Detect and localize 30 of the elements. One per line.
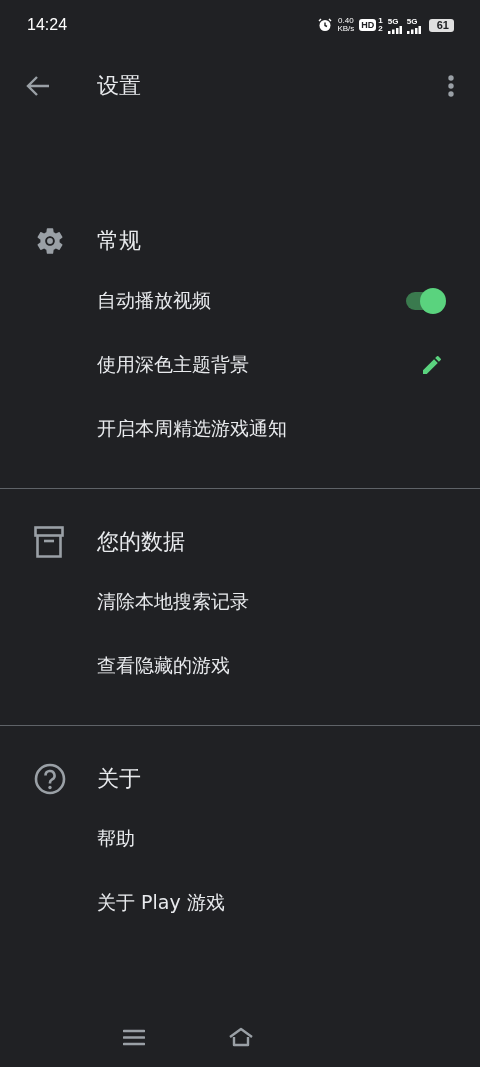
network-speed: 0.40 <box>338 17 354 25</box>
hd-badge: HD <box>359 19 377 31</box>
archive-icon <box>34 526 64 558</box>
help-icon <box>34 763 66 795</box>
settings-item[interactable]: 使用深色主题背景 <box>97 352 249 378</box>
network-type: 5G <box>387 16 399 26</box>
section-title: 您的数据 <box>97 528 185 556</box>
section-title: 常规 <box>97 227 141 255</box>
alarm-icon <box>318 18 333 32</box>
settings-item[interactable]: 清除本地搜索记录 <box>97 589 249 615</box>
settings-item[interactable]: 帮助 <box>97 826 135 852</box>
pencil-icon[interactable] <box>420 353 444 377</box>
menu-icon[interactable] <box>123 1028 145 1046</box>
network-type: 5G <box>406 16 418 26</box>
settings-item[interactable]: 自动播放视频 <box>97 288 211 314</box>
page-title: 设置 <box>97 72 142 100</box>
settings-item[interactable]: 关于 Play 游戏 <box>97 890 225 916</box>
speed-unit: KB/s <box>337 25 355 33</box>
status-time: 14:24 <box>27 16 68 34</box>
sim-number: 2 <box>378 25 383 33</box>
settings-item[interactable]: 开启本周精选游戏通知 <box>97 416 287 442</box>
settings-item[interactable]: 查看隐藏的游戏 <box>97 653 230 679</box>
section-title: 关于 <box>97 765 141 793</box>
back-icon[interactable] <box>26 75 50 97</box>
home-icon[interactable] <box>228 1027 254 1047</box>
signal-icon <box>406 25 421 34</box>
sim-number: 1 <box>378 17 383 25</box>
more-options-icon[interactable] <box>448 75 454 97</box>
battery-level: 61 <box>428 18 454 32</box>
signal-icon <box>387 25 402 34</box>
